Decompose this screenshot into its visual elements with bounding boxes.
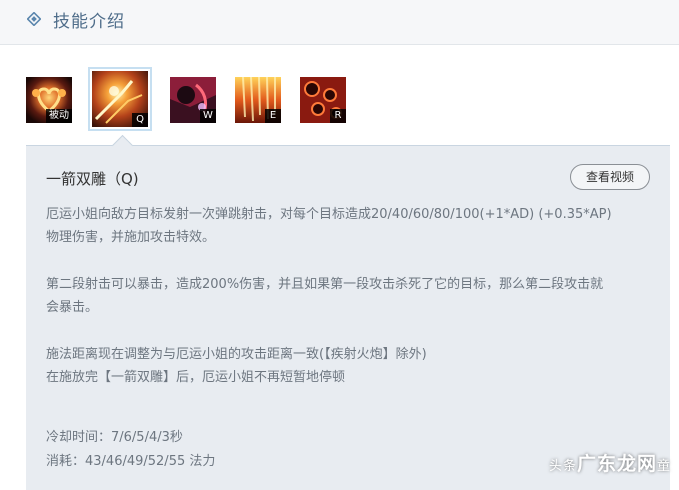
description-line: 厄运小姐向敌方目标发射一次弹跳射击，对每个目标造成20/40/60/80/100… — [46, 207, 612, 222]
description-line: 第二段射击可以暴击，造成200%伤害，并且如果第一段攻击杀死了它的目标，那么第二… — [46, 277, 604, 292]
description-line: 在施放完【一箭双雕】后，厄运小姐不再短暂地停顿 — [46, 370, 346, 385]
skill-key-label: W — [200, 109, 216, 123]
skill-passive-button[interactable]: 被动 — [26, 77, 72, 123]
watermark-suffix: 童 — [656, 459, 671, 474]
header-divider — [0, 44, 679, 45]
description-line: 物理伤害，并施加攻击特效。 — [46, 230, 216, 245]
section-header: 技能介绍 — [0, 0, 679, 44]
description-line: 会暴击。 — [46, 300, 99, 315]
skill-key-label: E — [265, 109, 281, 123]
skill-icon-row: 被动 Q W E R — [26, 67, 426, 137]
skill-q-button[interactable]: Q — [88, 67, 152, 131]
watermark: 头条广东龙网童 — [549, 449, 671, 476]
skill-key-label: Q — [132, 113, 148, 127]
description-line: 施法距离现在调整为与厄运小姐的攻击距离一致(【疾射火炮】除外) — [46, 347, 427, 362]
cooldown-text: 冷却时间：7/6/5/4/3秒 — [46, 430, 183, 445]
skill-key-label: R — [330, 109, 346, 123]
skill-key-label: 被动 — [46, 109, 72, 123]
skill-stats: 冷却时间：7/6/5/4/3秒 消耗：43/46/49/52/55 法力 — [46, 426, 215, 474]
skill-title: 一箭双雕（Q) — [46, 170, 139, 188]
skill-description: 厄运小姐向敌方目标发射一次弹跳射击，对每个目标造成20/40/60/80/100… — [46, 203, 656, 389]
skill-e-button[interactable]: E — [235, 77, 281, 123]
diamond-icon — [27, 12, 41, 26]
watermark-prefix: 头条 — [548, 459, 577, 474]
skill-r-button[interactable]: R — [300, 77, 346, 123]
skill-w-button[interactable]: W — [170, 77, 216, 123]
view-video-button[interactable]: 查看视频 — [570, 164, 650, 190]
cost-text: 消耗：43/46/49/52/55 法力 — [46, 454, 216, 469]
skill-detail-panel: 一箭双雕（Q) 查看视频 厄运小姐向敌方目标发射一次弹跳射击，对每个目标造成20… — [26, 145, 670, 490]
section-title: 技能介绍 — [53, 12, 125, 32]
watermark-brand: 广东龙网 — [576, 453, 657, 475]
